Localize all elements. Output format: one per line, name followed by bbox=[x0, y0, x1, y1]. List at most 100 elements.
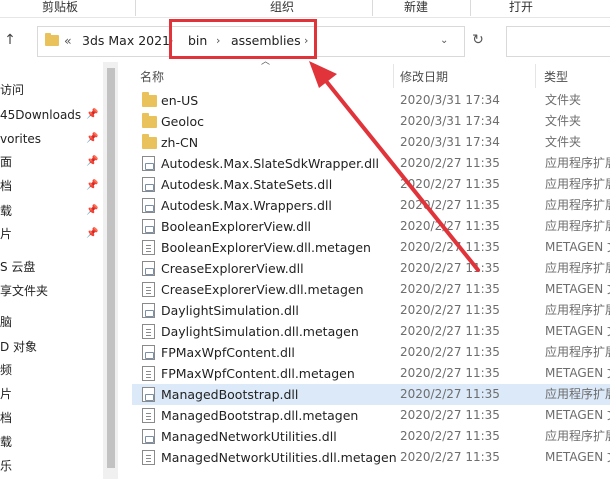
file-row[interactable]: ManagedBootstrap.dll 2020/2/27 11:35 应用程序扩… bbox=[132, 384, 610, 405]
file-row[interactable]: DaylightSimulation.dll 2020/2/27 11:35 应用程… bbox=[132, 300, 610, 321]
file-modified-date: 2020/2/27 11:35 bbox=[400, 387, 500, 401]
document-icon bbox=[142, 240, 155, 255]
file-name: zh-CN bbox=[161, 135, 199, 150]
pin-icon: 📌 bbox=[86, 156, 99, 167]
file-modified-date: 2020/2/27 11:35 bbox=[400, 198, 500, 212]
file-type: METAGEN 文 bbox=[545, 282, 610, 296]
file-name: DaylightSimulation.dll.metagen bbox=[161, 324, 359, 339]
file-list: en-US 2020/3/31 17:34 文件夹 Geoloc 2020/3/31 1… bbox=[130, 90, 610, 479]
nav-item-10[interactable]: D 对象 bbox=[0, 337, 104, 357]
file-type: METAGEN 文 bbox=[545, 324, 610, 338]
file-type: 应用程序扩展 bbox=[545, 156, 610, 170]
nav-item-4[interactable]: 档 📌 bbox=[0, 176, 104, 196]
file-row[interactable]: ManagedBootstrap.dll.metagen 2020/2/27 11… bbox=[132, 405, 610, 426]
file-modified-date: 2020/2/27 11:35 bbox=[400, 282, 500, 296]
dll-file-icon bbox=[142, 156, 155, 171]
column-header-type[interactable]: 类型 bbox=[544, 68, 568, 85]
dll-file-icon bbox=[142, 261, 155, 276]
file-type: 应用程序扩展 bbox=[545, 345, 610, 359]
file-name: CreaseExplorerView.dll bbox=[161, 261, 304, 276]
file-name: Geoloc bbox=[161, 114, 205, 129]
pin-icon: 📌 bbox=[86, 109, 99, 120]
file-row[interactable]: DaylightSimulation.dll.metagen 2020/2/27 … bbox=[132, 321, 610, 342]
chevron-down-icon[interactable]: ⌄ bbox=[440, 34, 452, 48]
file-name: ManagedNetworkUtilities.dll bbox=[161, 429, 337, 444]
file-name: Autodesk.Max.Wrappers.dll bbox=[161, 198, 332, 213]
nav-item-1[interactable]: 45Downloads 📌 bbox=[0, 105, 104, 125]
file-row[interactable]: Autodesk.Max.StateSets.dll 2020/2/27 11:3… bbox=[132, 174, 610, 195]
file-name: CreaseExplorerView.dll.metagen bbox=[161, 282, 364, 297]
ribbon-label-new: 新建 bbox=[404, 0, 429, 14]
nav-item-6[interactable]: 片 📌 bbox=[0, 224, 104, 244]
file-modified-date: 2020/2/27 11:35 bbox=[400, 450, 500, 464]
dll-file-icon bbox=[142, 177, 155, 192]
file-row[interactable]: Autodesk.Max.Wrappers.dll 2020/2/27 11:35… bbox=[132, 195, 610, 216]
file-row[interactable]: BooleanExplorerView.dll.metagen 2020/2/27… bbox=[132, 237, 610, 258]
file-modified-date: 2020/2/27 11:35 bbox=[400, 408, 500, 422]
file-modified-date: 2020/2/27 11:35 bbox=[400, 240, 500, 254]
column-header-row: 名称 修改日期 类型 bbox=[130, 62, 610, 90]
nav-item-11[interactable]: 频 bbox=[0, 360, 104, 380]
file-name: ManagedBootstrap.dll.metagen bbox=[161, 408, 359, 423]
ribbon-label-open: 打开 bbox=[509, 0, 534, 14]
nav-scrollbar-thumb[interactable] bbox=[107, 68, 115, 468]
nav-item-5[interactable]: 载 📌 bbox=[0, 201, 104, 221]
file-name: ManagedNetworkUtilities.dll.metagen bbox=[161, 450, 397, 465]
pin-icon: 📌 bbox=[86, 228, 99, 239]
search-input[interactable] bbox=[506, 26, 610, 57]
file-name: BooleanExplorerView.dll bbox=[161, 219, 312, 234]
file-row[interactable]: en-US 2020/3/31 17:34 文件夹 bbox=[132, 90, 610, 111]
file-modified-date: 2020/3/31 17:34 bbox=[400, 135, 500, 149]
file-row[interactable]: BooleanExplorerView.dll 2020/2/27 11:35 应用… bbox=[132, 216, 610, 237]
file-name: Autodesk.Max.StateSets.dll bbox=[161, 177, 333, 192]
up-arrow-icon[interactable]: ↑ bbox=[2, 30, 18, 50]
file-row[interactable]: CreaseExplorerView.dll.metagen 2020/2/27 … bbox=[132, 279, 610, 300]
file-name: FPMaxWpfContent.dll bbox=[161, 345, 295, 360]
nav-item-12[interactable]: 片 bbox=[0, 384, 104, 404]
file-modified-date: 2020/2/27 11:35 bbox=[400, 156, 500, 170]
nav-item-3[interactable]: 面 📌 bbox=[0, 152, 104, 172]
file-type: 应用程序扩展 bbox=[545, 198, 610, 212]
file-type: METAGEN 文 bbox=[545, 366, 610, 380]
file-name: FPMaxWpfContent.dll.metagen bbox=[161, 366, 355, 381]
file-row[interactable]: FPMaxWpfContent.dll 2020/2/27 11:35 应用程序扩展 bbox=[132, 342, 610, 363]
file-modified-date: 2020/2/27 11:35 bbox=[400, 324, 500, 338]
file-type: 文件夹 bbox=[545, 93, 582, 107]
file-row[interactable]: FPMaxWpfContent.dll.metagen 2020/2/27 11:… bbox=[132, 363, 610, 384]
file-row[interactable]: Autodesk.Max.SlateSdkWrapper.dll 2020/2/2… bbox=[132, 153, 610, 174]
breadcrumb-3ds-max-2021[interactable]: 3ds Max 2021 bbox=[82, 33, 170, 49]
nav-item-0[interactable]: 访问 bbox=[0, 80, 104, 100]
refresh-icon[interactable]: ↻ bbox=[466, 26, 490, 55]
nav-item-2[interactable]: vorites 📌 bbox=[0, 129, 104, 149]
nav-item-13[interactable]: 档 bbox=[0, 408, 104, 428]
ribbon-label-clipboard: 剪贴板 bbox=[42, 0, 79, 14]
column-header-modified[interactable]: 修改日期 bbox=[400, 68, 448, 85]
breadcrumb-overflow[interactable]: « bbox=[64, 33, 72, 49]
file-type: 应用程序扩展 bbox=[545, 429, 610, 443]
file-row[interactable]: Geoloc 2020/3/31 17:34 文件夹 bbox=[132, 111, 610, 132]
file-row[interactable]: zh-CN 2020/3/31 17:34 文件夹 bbox=[132, 132, 610, 153]
file-name: ManagedBootstrap.dll bbox=[161, 387, 299, 402]
pin-icon: 📌 bbox=[86, 133, 99, 144]
annotation-highlight-box bbox=[169, 19, 317, 59]
nav-item-14[interactable]: 载 bbox=[0, 432, 104, 452]
nav-item-15[interactable]: 乐 bbox=[0, 456, 104, 476]
file-row[interactable]: ManagedNetworkUtilities.dll.metagen 2020/… bbox=[132, 447, 610, 468]
file-row[interactable]: CreaseExplorerView.dll 2020/2/27 11:35 应用程… bbox=[132, 258, 610, 279]
nav-item-9[interactable]: 脑 bbox=[0, 312, 104, 332]
file-type: 文件夹 bbox=[545, 135, 582, 149]
folder-icon bbox=[142, 92, 157, 107]
ribbon-group-labels: 剪贴板 组织 新建 打开 bbox=[0, 0, 610, 18]
document-icon bbox=[142, 366, 155, 381]
column-header-name[interactable]: 名称 bbox=[140, 68, 164, 85]
pin-icon: 📌 bbox=[86, 180, 99, 191]
file-type: METAGEN 文 bbox=[545, 240, 610, 254]
file-row[interactable]: ManagedNetworkUtilities.dll 2020/2/27 11:… bbox=[132, 426, 610, 447]
file-modified-date: 2020/3/31 17:34 bbox=[400, 93, 500, 107]
navigation-pane: 访问 45Downloads 📌 vorites 📌 面 📌 档 📌 载 📌 片 📌 S 云… bbox=[0, 62, 118, 479]
nav-item-7[interactable]: S 云盘 bbox=[0, 257, 104, 277]
nav-item-8[interactable]: 享文件夹 bbox=[0, 281, 104, 301]
dll-file-icon bbox=[142, 387, 155, 402]
file-modified-date: 2020/3/31 17:34 bbox=[400, 114, 500, 128]
dll-file-icon bbox=[142, 219, 155, 234]
